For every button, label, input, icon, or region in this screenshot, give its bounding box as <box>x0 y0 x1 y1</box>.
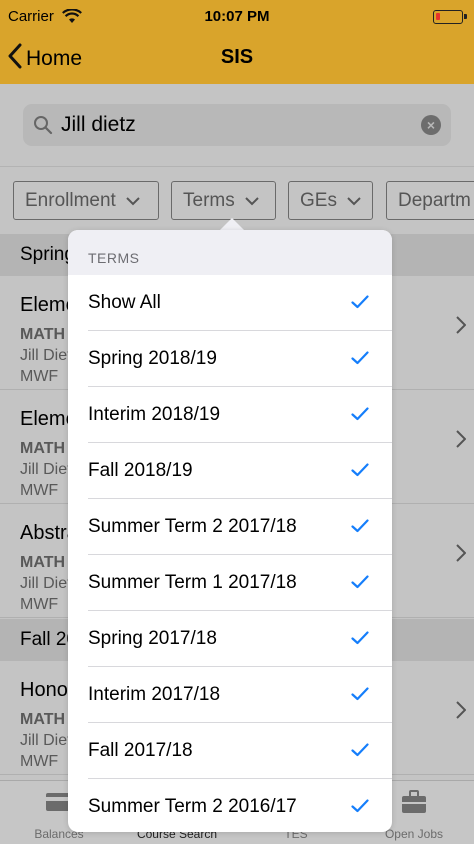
checkmark-icon <box>351 407 369 426</box>
checkmark-icon <box>351 351 369 370</box>
term-option-label: Fall 2017/18 <box>88 740 193 761</box>
filter-label: Terms <box>183 189 235 211</box>
term-option-label: Interim 2018/19 <box>88 404 221 425</box>
chevron-down-icon <box>347 190 361 212</box>
chevron-down-icon <box>126 190 140 212</box>
checkmark-icon <box>351 631 369 650</box>
term-option-label: Show All <box>88 292 161 313</box>
term-option-label: Summer Term 2 2016/17 <box>88 796 297 817</box>
chevron-right-icon <box>456 430 467 453</box>
term-option[interactable]: Spring 2018/19 <box>68 331 392 387</box>
chevron-down-icon <box>245 190 259 212</box>
course-schedule: MWF <box>20 368 59 385</box>
clear-search-icon[interactable]: × <box>421 115 441 135</box>
popover-header-label: TERMS <box>88 250 140 266</box>
course-code: MATH <box>20 326 66 343</box>
term-option-label: Spring 2017/18 <box>88 628 217 649</box>
popover-arrow <box>220 218 244 230</box>
chevron-right-icon <box>456 701 467 724</box>
page-title: SIS <box>220 46 254 68</box>
checkmark-icon <box>351 519 369 538</box>
filter-terms[interactable]: Terms <box>171 181 276 220</box>
clock-label: 10:07 PM <box>204 8 270 25</box>
battery-icon <box>433 10 467 24</box>
term-option[interactable]: Summer Term 2 2017/18 <box>68 499 392 555</box>
term-option[interactable]: Fall 2017/18 <box>68 723 392 779</box>
search-area: Jill dietz × <box>0 84 474 166</box>
filter-ges[interactable]: GEs <box>288 181 373 220</box>
term-option-label: Summer Term 1 2017/18 <box>88 572 297 593</box>
filter-enrollment[interactable]: Enrollment <box>13 181 159 220</box>
filter-label: Departm <box>398 189 471 211</box>
checkmark-icon <box>351 799 369 818</box>
course-code: MATH <box>20 711 66 728</box>
term-option-label: Summer Term 2 2017/18 <box>88 516 297 537</box>
term-option[interactable]: Fall 2018/19 <box>68 443 392 499</box>
term-option[interactable]: Spring 2017/18 <box>68 611 392 667</box>
checkmark-icon <box>351 743 369 762</box>
term-option[interactable]: Summer Term 1 2017/18 <box>68 555 392 611</box>
course-code: MATH <box>20 440 66 457</box>
term-option[interactable]: Interim 2017/18 <box>68 667 392 723</box>
term-option-label: Spring 2018/19 <box>88 348 217 369</box>
course-schedule: MWF <box>20 753 59 770</box>
term-option[interactable]: Show All <box>68 275 392 331</box>
term-option[interactable]: Interim 2018/19 <box>68 387 392 443</box>
checkmark-icon <box>351 575 369 594</box>
course-schedule: MWF <box>20 596 59 613</box>
term-option-label: Fall 2018/19 <box>88 460 193 481</box>
term-option[interactable]: Summer Term 2 2016/17 <box>68 779 392 832</box>
status-bar: Carrier 10:07 PM <box>0 0 474 34</box>
checkmark-icon <box>351 687 369 706</box>
checkmark-icon <box>351 463 369 482</box>
terms-popover: TERMS Show All Spring 2018/19 Interim 2018… <box>68 230 392 832</box>
course-code: MATH <box>20 554 66 571</box>
terms-list: Show All Spring 2018/19 Interim 2018/19 Fal… <box>68 275 392 832</box>
term-option-label: Interim 2017/18 <box>88 684 221 705</box>
search-icon <box>33 115 53 140</box>
filter-label: GEs <box>300 189 337 211</box>
checkmark-icon <box>351 295 369 314</box>
search-input[interactable]: Jill dietz × <box>23 104 451 146</box>
filter-department[interactable]: Departm <box>386 181 474 220</box>
course-schedule: MWF <box>20 482 59 499</box>
filter-label: Enrollment <box>25 189 116 211</box>
popover-header: TERMS <box>68 230 392 275</box>
nav-bar: Home SIS <box>0 34 474 84</box>
search-query: Jill dietz <box>61 113 136 136</box>
chevron-right-icon <box>456 316 467 339</box>
chevron-right-icon <box>456 544 467 567</box>
